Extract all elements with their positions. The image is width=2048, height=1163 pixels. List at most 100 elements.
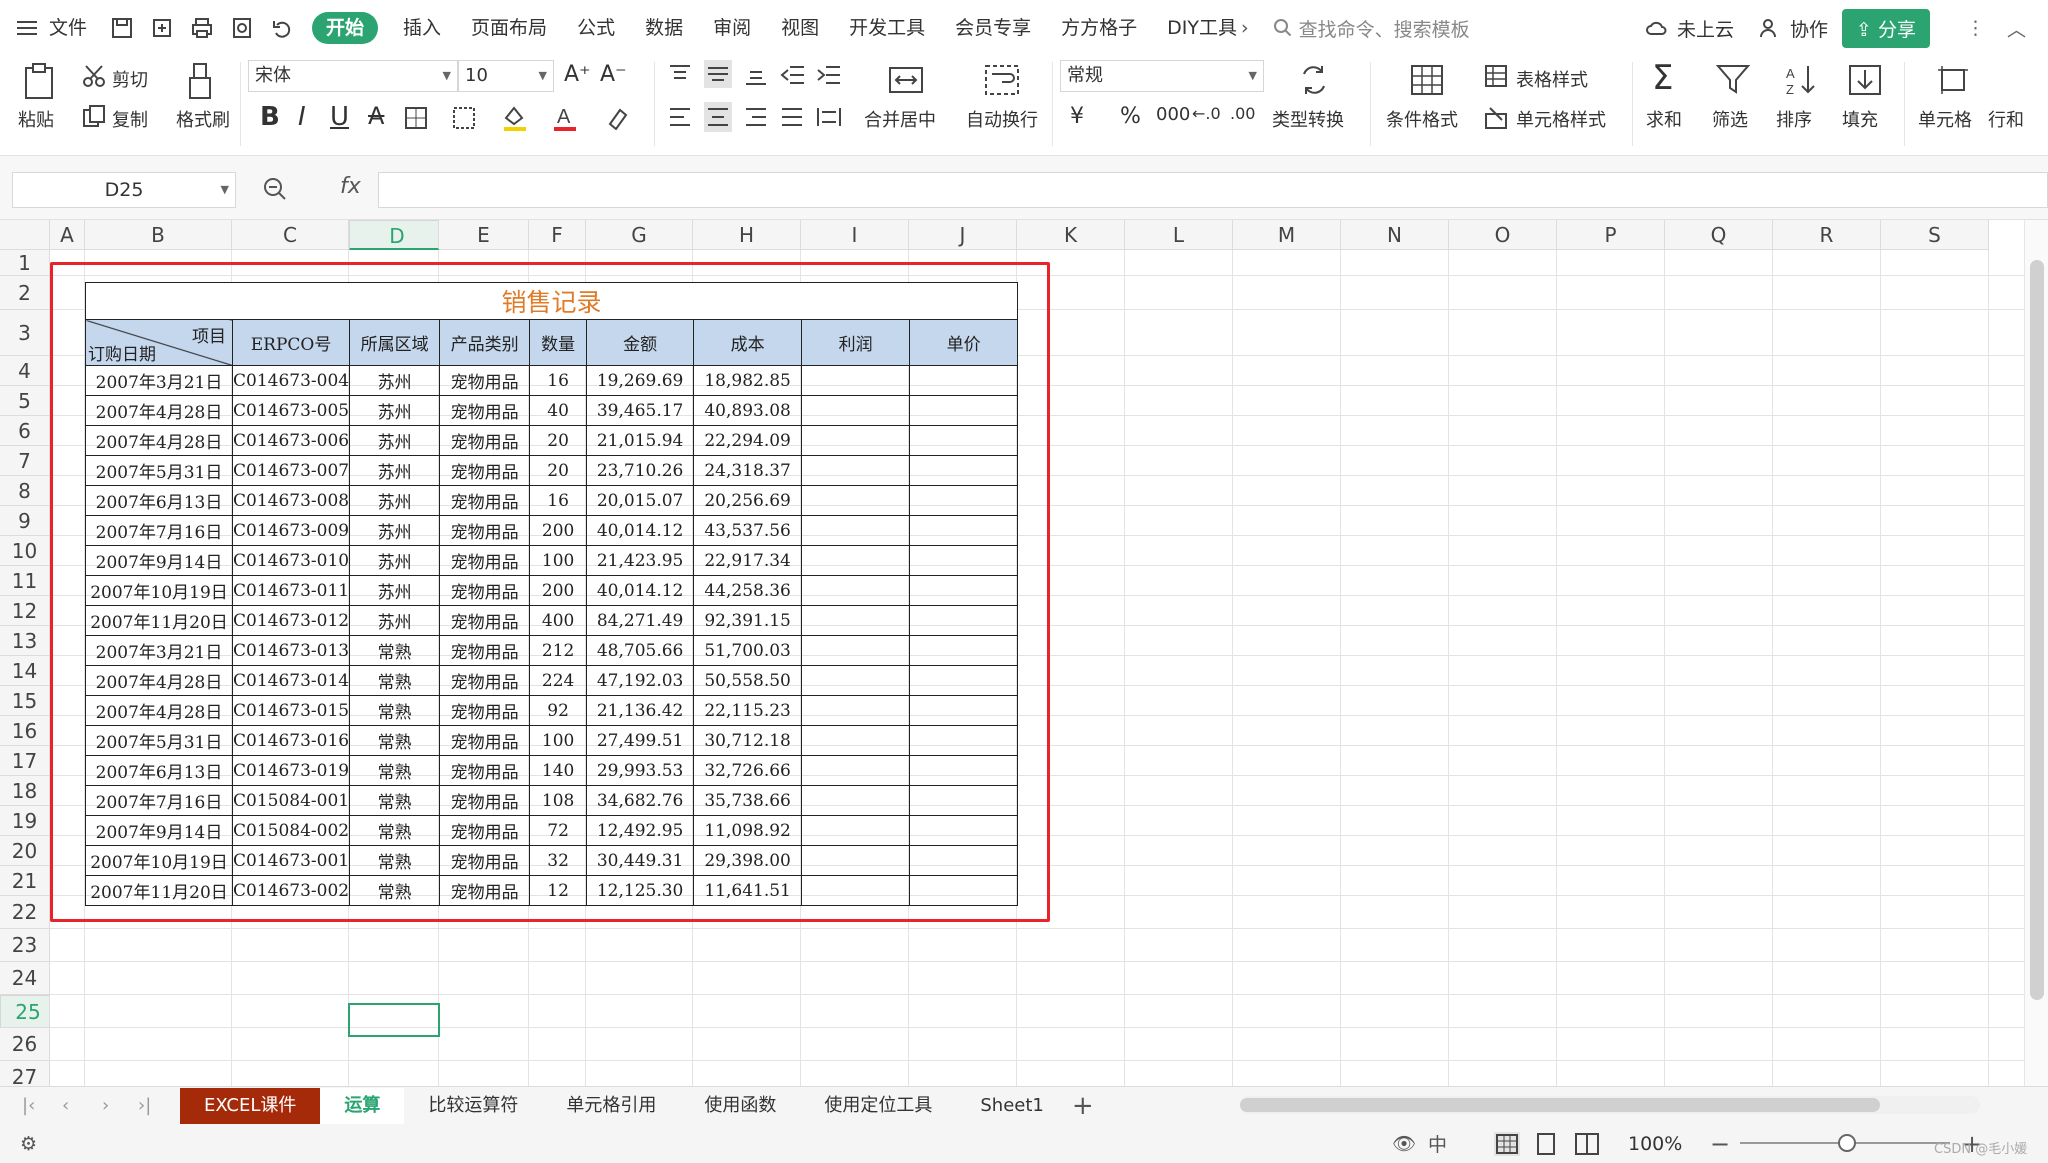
collab-button[interactable]: 协作 <box>1790 15 1828 42</box>
table-cell[interactable]: 宠物用品 <box>439 785 531 816</box>
eye-icon[interactable]: 👁 <box>1392 1132 1416 1155</box>
table-cell[interactable]: 2007年11月20日 <box>85 875 233 906</box>
row-header-14[interactable]: 14 <box>0 656 50 686</box>
align-right-icon[interactable] <box>744 106 768 128</box>
table-cell[interactable]: 108 <box>529 785 588 816</box>
save-icon[interactable] <box>109 15 135 41</box>
table-cell[interactable]: 51,700.03 <box>693 635 803 666</box>
row-header-10[interactable]: 10 <box>0 536 50 566</box>
table-cell[interactable]: C014673-001 <box>231 845 351 876</box>
column-header-i[interactable]: I <box>801 220 909 250</box>
table-cell[interactable]: 27,499.51 <box>586 725 695 756</box>
cell-button[interactable]: 单元格 <box>1918 106 1972 132</box>
table-cell[interactable]: 16 <box>529 485 588 516</box>
table-cell[interactable] <box>801 425 911 456</box>
vertical-scroll-thumb[interactable] <box>2030 260 2044 1000</box>
table-cell[interactable]: 常熟 <box>349 875 441 906</box>
border-icon[interactable] <box>404 106 428 130</box>
row-header-5[interactable]: 5 <box>0 386 50 416</box>
row-header-16[interactable]: 16 <box>0 716 50 746</box>
table-cell[interactable]: C014673-015 <box>231 695 351 726</box>
table-cell[interactable]: 宠物用品 <box>439 875 531 906</box>
table-cell[interactable]: 苏州 <box>349 365 441 396</box>
table-cell[interactable]: C014673-002 <box>231 875 351 906</box>
table-cell[interactable]: 100 <box>529 725 588 756</box>
table-cell[interactable]: 92 <box>529 695 588 726</box>
table-cell[interactable] <box>909 485 1019 516</box>
table-cell[interactable]: 宠物用品 <box>439 425 531 456</box>
tab-diy[interactable]: DIY工具 <box>1152 0 1241 56</box>
increase-indent-icon[interactable] <box>816 64 842 86</box>
fill-button[interactable]: 填充 <box>1842 106 1878 132</box>
table-cell[interactable]: C015084-001 <box>231 785 351 816</box>
table-cell[interactable] <box>801 455 911 486</box>
first-sheet-icon[interactable]: |‹ <box>22 1095 35 1116</box>
percent-icon[interactable]: % <box>1120 104 1141 129</box>
table-cell[interactable]: 常熟 <box>349 725 441 756</box>
table-cell[interactable]: 宠物用品 <box>439 545 531 576</box>
type-convert-icon[interactable] <box>1298 64 1330 96</box>
table-cell[interactable]: 宠物用品 <box>439 725 531 756</box>
table-cell[interactable]: 19,269.69 <box>586 365 695 396</box>
table-style-icon[interactable] <box>1484 64 1508 88</box>
table-cell[interactable]: 苏州 <box>349 575 441 606</box>
table-cell[interactable]: 40 <box>529 395 588 426</box>
paste-button[interactable]: 粘贴 <box>18 106 54 132</box>
table-cell[interactable]: 30,449.31 <box>586 845 695 876</box>
table-cell[interactable]: C014673-004 <box>231 365 351 396</box>
tab-review[interactable]: 审阅 <box>698 0 766 56</box>
table-cell[interactable]: 212 <box>529 635 588 666</box>
tab-fangfang[interactable]: 方方格子 <box>1046 0 1152 56</box>
sheet-tab-comparison[interactable]: 比较运算符 <box>404 1088 542 1124</box>
table-cell[interactable] <box>801 635 911 666</box>
table-cell[interactable]: 宠物用品 <box>439 485 531 516</box>
more-tabs-icon[interactable]: › <box>1241 17 1249 39</box>
export-icon[interactable] <box>149 15 175 41</box>
row-header-19[interactable]: 19 <box>0 806 50 836</box>
cond-format-button[interactable]: 条件格式 <box>1386 106 1458 132</box>
row-header-8[interactable]: 8 <box>0 476 50 506</box>
table-cell[interactable]: 12,125.30 <box>586 875 695 906</box>
row-header-23[interactable]: 23 <box>0 929 50 962</box>
currency-icon[interactable]: ¥ <box>1070 104 1084 129</box>
row-col-button[interactable]: 行和 <box>1988 106 2024 132</box>
zoom-level[interactable]: 100% <box>1628 1133 1682 1155</box>
sort-button[interactable]: 排序 <box>1776 106 1812 132</box>
tab-home[interactable]: 开始 <box>312 12 379 44</box>
table-cell[interactable]: 50,558.50 <box>693 665 803 696</box>
align-center-icon[interactable] <box>704 102 732 132</box>
table-cell[interactable]: 2007年10月19日 <box>85 575 233 606</box>
column-header-b[interactable]: B <box>85 220 232 250</box>
table-cell[interactable]: C015084-002 <box>231 815 351 846</box>
cond-format-icon[interactable] <box>1410 64 1444 96</box>
table-cell[interactable]: 400 <box>529 605 588 636</box>
table-cell[interactable]: 2007年11月20日 <box>85 605 233 636</box>
table-cell[interactable]: 11,098.92 <box>693 815 803 846</box>
column-header-k[interactable]: K <box>1017 220 1125 250</box>
font-size-select[interactable]: 10 ▼ <box>458 60 554 92</box>
table-cell[interactable]: 2007年5月31日 <box>85 725 233 756</box>
merge-center-icon[interactable] <box>888 64 924 96</box>
table-cell[interactable]: 40,014.12 <box>586 515 695 546</box>
strikethrough-icon[interactable]: A <box>368 102 384 130</box>
macro-icon[interactable]: ⚙ <box>20 1133 37 1155</box>
table-cell[interactable]: 30,712.18 <box>693 725 803 756</box>
sum-icon[interactable]: Σ <box>1652 58 1673 98</box>
grid-view-icon[interactable] <box>1494 1132 1520 1156</box>
table-cell[interactable] <box>909 635 1019 666</box>
table-cell[interactable]: 2007年6月13日 <box>85 755 233 786</box>
format-painter-button[interactable]: 格式刷 <box>176 106 230 132</box>
table-cell[interactable]: 20,256.69 <box>693 485 803 516</box>
table-cell[interactable]: 29,993.53 <box>586 755 695 786</box>
table-cell[interactable]: 72 <box>529 815 588 846</box>
table-cell[interactable]: C014673-013 <box>231 635 351 666</box>
decrease-font-icon[interactable]: A⁻ <box>600 62 627 87</box>
undo-icon[interactable] <box>269 15 295 41</box>
row-header-12[interactable]: 12 <box>0 596 50 626</box>
table-cell[interactable]: 44,258.36 <box>693 575 803 606</box>
active-cell[interactable] <box>348 1003 440 1037</box>
fx-icon[interactable]: fx <box>340 174 361 199</box>
vertical-scrollbar[interactable] <box>2024 220 2048 1086</box>
page-layout-view-icon[interactable] <box>1534 1132 1558 1156</box>
table-cell[interactable]: 常熟 <box>349 755 441 786</box>
